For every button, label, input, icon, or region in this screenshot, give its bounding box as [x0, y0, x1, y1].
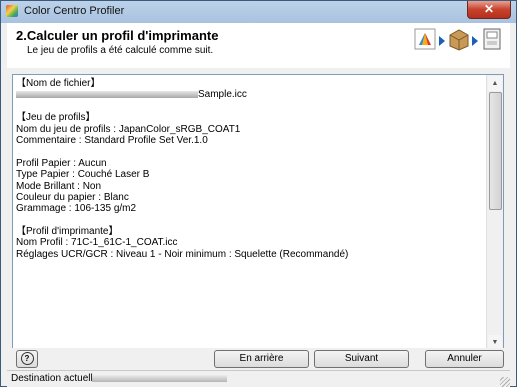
- result-panel: 【Nom de fichier】 Sample.icc 【Jeu de prof…: [7, 68, 510, 352]
- redacted-path: [16, 91, 198, 99]
- text-line: Type Papier : Couché Laser B: [16, 169, 150, 181]
- button-row: ? En arrière Suivant Annuler: [7, 348, 510, 370]
- box-icon: [449, 29, 469, 51]
- app-icon: [6, 5, 18, 17]
- scroll-up-icon[interactable]: ▲: [488, 76, 502, 91]
- text-line-filename: Sample.icc: [16, 89, 486, 100]
- text-line: Couleur du papier : Blanc: [16, 191, 129, 203]
- scroll-thumb[interactable]: [489, 92, 502, 210]
- help-button[interactable]: ?: [16, 350, 38, 368]
- next-button[interactable]: Suivant: [314, 350, 409, 368]
- text-line: 【Profil d'imprimante】: [16, 226, 119, 238]
- text-line: Nom du jeu de profils : JapanColor_sRGB_…: [16, 123, 241, 135]
- help-icon: ?: [20, 352, 34, 365]
- wizard-header: 2.Calculer un profil d'imprimante Le jeu…: [7, 23, 510, 68]
- window-title: Color Centro Profiler: [24, 5, 125, 17]
- text-line: [16, 101, 486, 112]
- status-label: Destination actuelle: [11, 373, 99, 384]
- status-bar: Destination actuelle: [7, 370, 510, 387]
- printer-icon: [483, 28, 501, 50]
- text-line: Mode Brillant : Non: [16, 180, 102, 192]
- text-line: Profil Papier : Aucun: [16, 157, 107, 169]
- step-arrow-icon: [439, 36, 445, 46]
- text-line: 【Nom de fichier】: [16, 78, 101, 89]
- app-window: Color Centro Profiler ✕ 2.Calculer un pr…: [0, 0, 517, 387]
- redacted-destination: [92, 375, 227, 382]
- back-button[interactable]: En arrière: [214, 350, 309, 368]
- resize-grip-icon[interactable]: [500, 377, 510, 387]
- close-button[interactable]: ✕: [467, 1, 511, 19]
- text-line: Nom Profil : 71C-1_61C-1_COAT.icc: [16, 237, 178, 249]
- text-line: [16, 146, 486, 157]
- color-wheel-icon: [414, 28, 436, 50]
- text-line: 【Jeu de profils】: [16, 112, 96, 124]
- text-line: Grammage : 106-135 g/m2: [16, 203, 137, 215]
- result-text: 【Nom de fichier】 Sample.icc 【Jeu de prof…: [16, 78, 486, 260]
- title-bar[interactable]: Color Centro Profiler ✕: [1, 1, 516, 21]
- client-area: 2.Calculer un profil d'imprimante Le jeu…: [7, 23, 510, 387]
- page-subtitle: Le jeu de profils a été calculé comme su…: [27, 45, 214, 56]
- page-title: 2.Calculer un profil d'imprimante: [16, 28, 219, 43]
- cancel-button[interactable]: Annuler: [425, 350, 504, 368]
- vertical-scrollbar[interactable]: ▲ ▼: [486, 75, 503, 351]
- wizard-steps: [414, 25, 504, 57]
- text-line: Réglages UCR/GCR : Niveau 1 - Noir minim…: [16, 248, 349, 260]
- result-textbox[interactable]: 【Nom de fichier】 Sample.icc 【Jeu de prof…: [12, 74, 504, 352]
- text-line: Commentaire : Standard Profile Set Ver.1…: [16, 134, 208, 146]
- step-arrow-icon: [472, 36, 478, 46]
- text-line: [16, 215, 486, 226]
